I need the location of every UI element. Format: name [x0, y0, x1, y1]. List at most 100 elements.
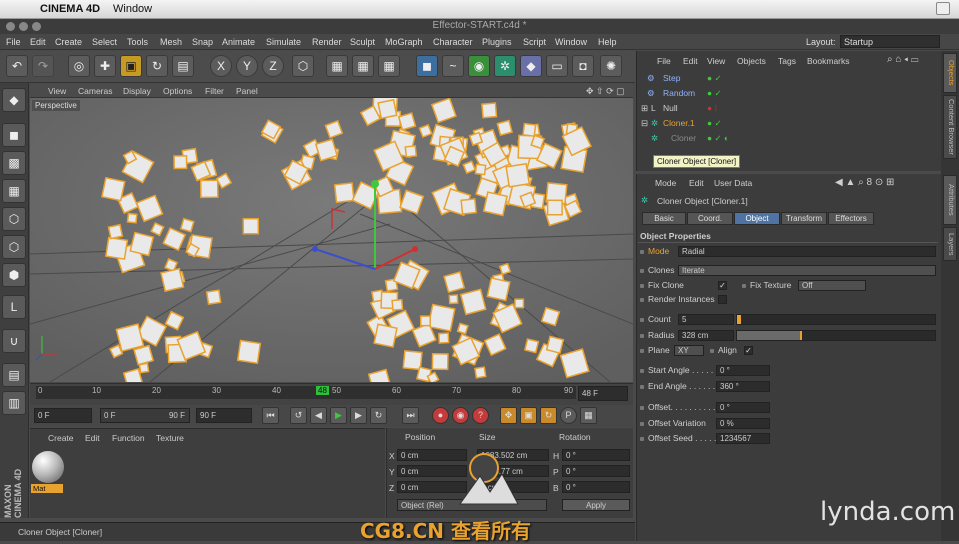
offset-variation-input[interactable]: 0 %: [716, 418, 770, 429]
timeline-ruler[interactable]: 0 10 20 30 40 48 50 60 70 80 90: [36, 386, 576, 399]
record-keys-icon[interactable]: ●: [432, 407, 449, 424]
menu-select[interactable]: Select: [92, 37, 117, 47]
autokey-icon[interactable]: ◉: [452, 407, 469, 424]
visibility-dots-icon[interactable]: ● ⁝: [707, 103, 717, 114]
fullscreen-icon[interactable]: [936, 2, 950, 15]
axis-mode-icon[interactable]: L: [2, 295, 26, 319]
key-pla-icon[interactable]: ▦: [580, 407, 597, 424]
vp-menu-panel[interactable]: Panel: [236, 86, 258, 96]
menu-sculpt[interactable]: Sculpt: [350, 37, 375, 47]
subdivision-icon[interactable]: ◉: [468, 55, 490, 77]
workplane-icon[interactable]: ▦: [2, 179, 26, 203]
current-frame-field[interactable]: 48 F: [578, 386, 628, 401]
current-frame-input[interactable]: 0 F: [34, 408, 92, 423]
snap-icon[interactable]: ∪: [2, 329, 26, 353]
offset-input[interactable]: 0 °: [716, 402, 770, 413]
mat-menu-create[interactable]: Create: [48, 433, 74, 443]
undo-icon[interactable]: ↶: [6, 55, 28, 77]
recent-tool-icon[interactable]: ▤: [172, 55, 194, 77]
next-frame-icon[interactable]: ▶: [350, 407, 367, 424]
expand-icon[interactable]: ⊞: [641, 103, 648, 114]
render-instances-checkbox[interactable]: [718, 295, 727, 304]
tab-basic[interactable]: Basic: [642, 212, 686, 225]
end-angle-input[interactable]: 360 °: [716, 381, 770, 392]
menu-create[interactable]: Create: [55, 37, 82, 47]
key-scale-icon[interactable]: ▣: [520, 407, 537, 424]
material-swatch[interactable]: [32, 451, 64, 483]
texture-mode-icon[interactable]: ▩: [2, 151, 26, 175]
model-mode-icon[interactable]: ◼: [2, 123, 26, 147]
camera-icon[interactable]: ◘: [572, 55, 594, 77]
play-icon[interactable]: ▶: [330, 407, 347, 424]
attr-nav-icons[interactable]: ◀ ▲ ⌕ 8 ⊙ ⊞: [835, 177, 894, 188]
redo-icon[interactable]: ↷: [32, 55, 54, 77]
rotation-h-field[interactable]: 0 °: [562, 449, 630, 461]
edges-mode-icon[interactable]: ⬡: [2, 235, 26, 259]
tab-effectors[interactable]: Effectors: [828, 212, 874, 225]
visibility-check-icon[interactable]: ● ✓: [707, 73, 722, 84]
side-tab-layers[interactable]: Layers: [943, 227, 957, 261]
tab-object[interactable]: Object: [734, 212, 780, 225]
rotate-icon[interactable]: ↻: [146, 55, 168, 77]
vp-menu-filter[interactable]: Filter: [205, 86, 224, 96]
coordinate-system-icon[interactable]: ⬡: [292, 55, 314, 77]
previous-frame-icon[interactable]: ◀: [310, 407, 327, 424]
playhead[interactable]: 48: [316, 386, 329, 395]
plane-dropdown[interactable]: XY: [674, 345, 704, 356]
previous-key-icon[interactable]: ↺: [290, 407, 307, 424]
align-checkbox[interactable]: ✓: [744, 346, 753, 355]
menu-script[interactable]: Script: [523, 37, 546, 47]
tab-transform[interactable]: Transform: [781, 212, 827, 225]
menu-file[interactable]: File: [6, 37, 21, 47]
render-picture-viewer-icon[interactable]: ▦: [352, 55, 374, 77]
end-frame-input[interactable]: 90 F: [196, 408, 252, 423]
obj-menu-edit[interactable]: Edit: [683, 56, 698, 66]
next-key-icon[interactable]: ↻: [370, 407, 387, 424]
z-axis-lock-icon[interactable]: Z: [262, 55, 284, 77]
viewport-nav-icons[interactable]: ✥ ⇧ ⟳ ▢: [586, 86, 625, 97]
rotation-p-field[interactable]: 0 °: [562, 465, 630, 477]
floor-icon[interactable]: ▭: [546, 55, 568, 77]
render-view-icon[interactable]: ▦: [326, 55, 348, 77]
object-row-step[interactable]: ⚙ Step ● ✓: [645, 72, 935, 86]
menu-animate[interactable]: Animate: [222, 37, 255, 47]
menu-snap[interactable]: Snap: [192, 37, 213, 47]
side-tab-attributes[interactable]: Attributes: [943, 175, 957, 225]
collapse-icon[interactable]: ⊟: [641, 118, 648, 129]
deformer-icon[interactable]: ◆: [520, 55, 542, 77]
material-name[interactable]: Mat: [31, 484, 63, 493]
spline-pen-icon[interactable]: ~: [442, 55, 464, 77]
menu-mesh[interactable]: Mesh: [160, 37, 182, 47]
obj-menu-view[interactable]: View: [707, 56, 725, 66]
menu-render[interactable]: Render: [312, 37, 342, 47]
menu-plugins[interactable]: Plugins: [482, 37, 512, 47]
obj-menu-file[interactable]: File: [657, 56, 671, 66]
apply-button[interactable]: Apply: [562, 499, 630, 511]
layout-dropdown[interactable]: Startup: [840, 35, 940, 48]
make-editable-icon[interactable]: ◆: [2, 88, 26, 112]
menu-character[interactable]: Character: [433, 37, 473, 47]
menu-tools[interactable]: Tools: [127, 37, 148, 47]
rotation-b-field[interactable]: 0 °: [562, 481, 630, 493]
tab-coord[interactable]: Coord.: [687, 212, 733, 225]
points-mode-icon[interactable]: ⬡: [2, 207, 26, 231]
mat-menu-edit[interactable]: Edit: [85, 433, 100, 443]
obj-menu-objects[interactable]: Objects: [737, 56, 766, 66]
side-tab-objects[interactable]: Objects: [943, 53, 957, 93]
start-angle-input[interactable]: 0 °: [716, 365, 770, 376]
attr-menu-user-data[interactable]: User Data: [714, 178, 752, 188]
obj-menu-bookmarks[interactable]: Bookmarks: [807, 56, 850, 66]
mat-menu-function[interactable]: Function: [112, 433, 145, 443]
mac-window-menu[interactable]: Window: [113, 3, 152, 15]
keyframe-selection-icon[interactable]: ?: [472, 407, 489, 424]
perspective-viewport[interactable]: [30, 84, 633, 382]
vp-menu-view[interactable]: View: [48, 86, 66, 96]
visibility-check-icon[interactable]: ● ✓ ◐: [707, 133, 729, 144]
menu-window[interactable]: Window: [555, 37, 587, 47]
go-to-start-icon[interactable]: ⏮: [262, 407, 279, 424]
menu-mograph[interactable]: MoGraph: [385, 37, 423, 47]
radius-input[interactable]: 328 cm: [678, 330, 734, 341]
visibility-check-icon[interactable]: ● ✓: [707, 88, 722, 99]
offset-seed-input[interactable]: 1234567: [716, 433, 770, 444]
search-icon[interactable]: ⌕ ⌂ ◂ ▭: [887, 54, 918, 65]
